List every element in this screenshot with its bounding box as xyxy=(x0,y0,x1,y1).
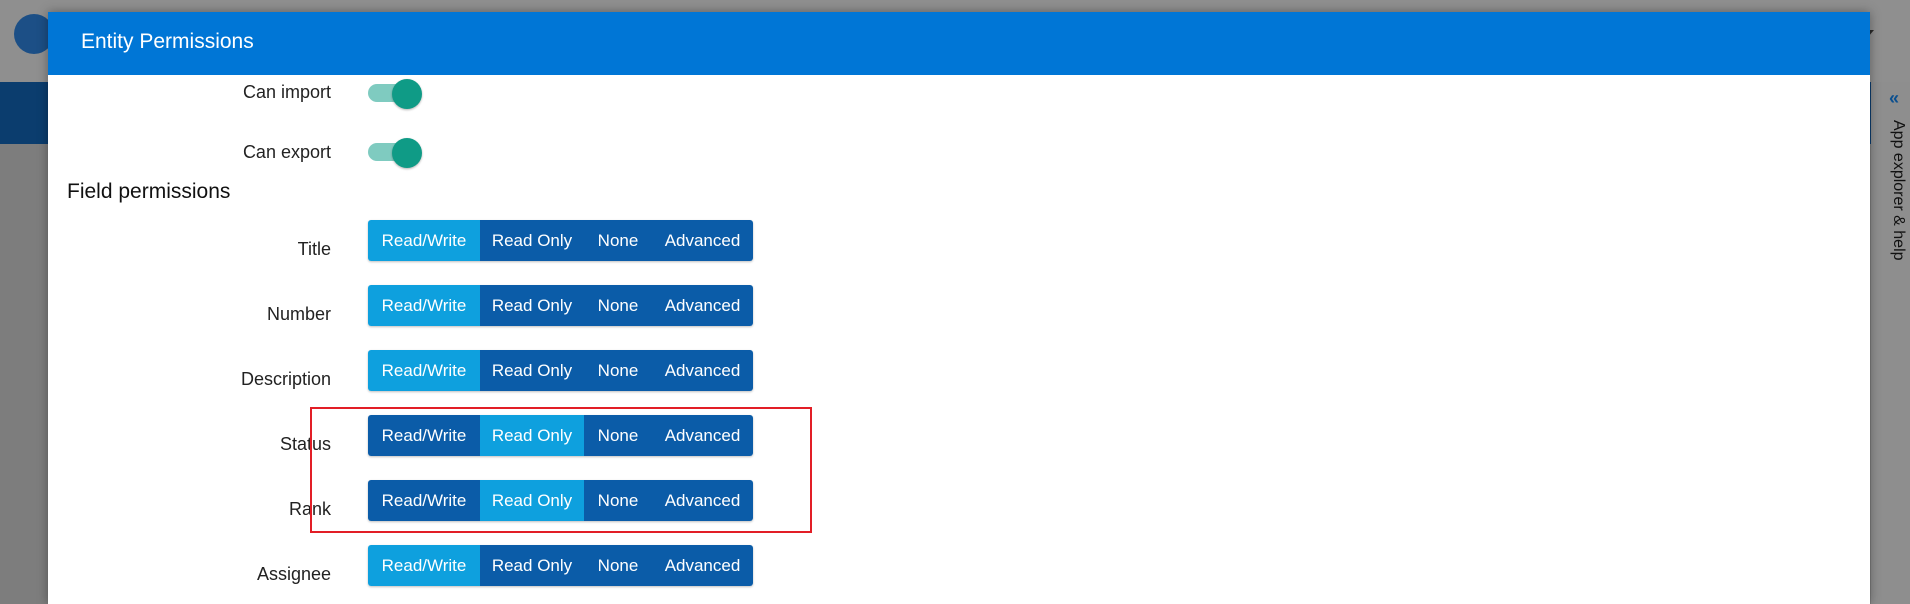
read-write-button[interactable]: Read/Write xyxy=(368,350,480,391)
field-label-description: Description xyxy=(240,369,331,389)
field-label-assignee: Assignee xyxy=(256,564,331,584)
double-chevron-left-icon[interactable]: « xyxy=(1889,88,1899,109)
read-write-button[interactable]: Read/Write xyxy=(368,220,480,261)
read-write-button[interactable]: Read/Write xyxy=(368,285,480,326)
modal-header: Entity Permissions xyxy=(48,12,1870,75)
field-label-status: Status xyxy=(279,434,331,454)
read-write-button[interactable]: Read/Write xyxy=(368,545,480,586)
field-label-rank: Rank xyxy=(288,499,331,519)
read-only-button[interactable]: Read Only xyxy=(480,220,584,261)
advanced-button[interactable]: Advanced xyxy=(652,285,753,326)
none-button[interactable]: None xyxy=(584,350,652,391)
none-button[interactable]: None xyxy=(584,285,652,326)
can-import-label: Can import xyxy=(242,82,331,102)
can-import-toggle[interactable] xyxy=(368,79,422,109)
toggle-knob xyxy=(392,138,422,168)
can-export-toggle[interactable] xyxy=(368,138,422,168)
advanced-button[interactable]: Advanced xyxy=(652,220,753,261)
entity-permissions-modal: Entity Permissions Can import Can export… xyxy=(48,12,1870,604)
none-button[interactable]: None xyxy=(584,545,652,586)
none-button[interactable]: None xyxy=(584,220,652,261)
read-only-button[interactable]: Read Only xyxy=(480,285,584,326)
field-label-title: Title xyxy=(297,239,331,259)
permission-selector-description: Read/Write Read Only None Advanced xyxy=(368,350,753,391)
permission-selector-title: Read/Write Read Only None Advanced xyxy=(368,220,753,261)
toggle-knob xyxy=(392,79,422,109)
permission-selector-assignee: Read/Write Read Only None Advanced xyxy=(368,545,753,586)
field-permissions-heading: Field permissions xyxy=(67,180,231,203)
app-explorer-label[interactable]: App explorer & help xyxy=(1889,120,1907,261)
read-only-button[interactable]: Read Only xyxy=(480,350,584,391)
advanced-button[interactable]: Advanced xyxy=(652,350,753,391)
read-only-button[interactable]: Read Only xyxy=(480,545,584,586)
advanced-button[interactable]: Advanced xyxy=(652,545,753,586)
highlight-box xyxy=(310,407,812,533)
can-export-label: Can export xyxy=(242,142,331,162)
field-label-number: Number xyxy=(266,304,331,324)
modal-title: Entity Permissions xyxy=(81,30,254,53)
permission-selector-number: Read/Write Read Only None Advanced xyxy=(368,285,753,326)
